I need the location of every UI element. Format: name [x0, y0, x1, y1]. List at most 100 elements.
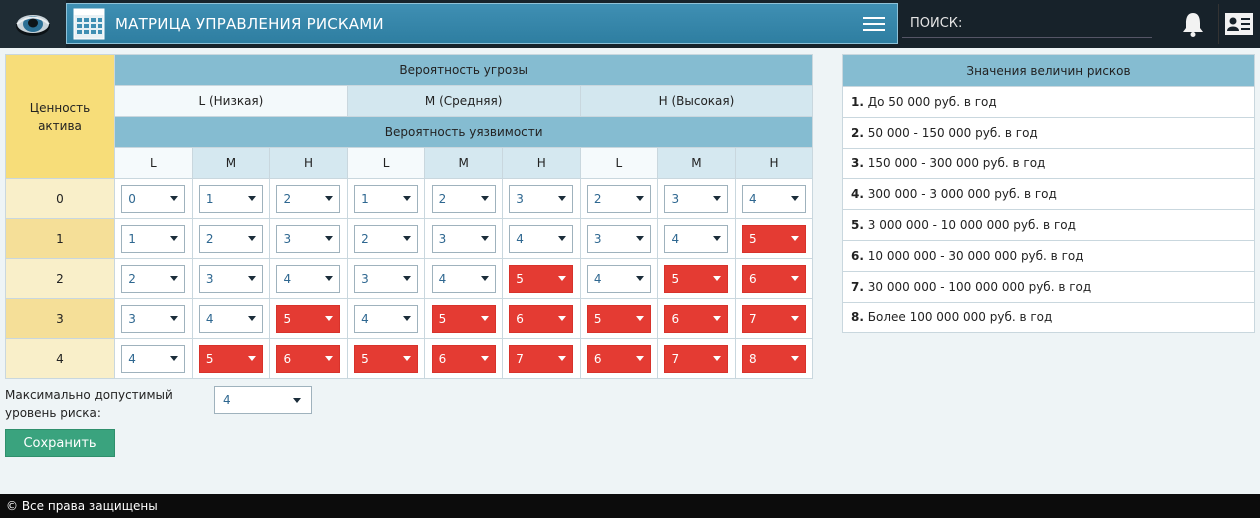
matrix-cell: 7: [501, 338, 581, 379]
chevron-down-icon: [558, 236, 567, 241]
risk-level-select[interactable]: 5: [586, 304, 651, 333]
matrix-cell: 4: [114, 338, 193, 379]
app-logo[interactable]: [0, 0, 66, 48]
matrix-cell: 5: [191, 338, 271, 379]
matrix-cell: 1: [346, 178, 426, 219]
risk-level-value: 6: [438, 351, 447, 366]
risk-level-select[interactable]: 6: [742, 264, 807, 293]
risk-level-select[interactable]: 0: [121, 184, 186, 213]
risk-level-value: 5: [516, 271, 524, 286]
legend-item: 4. 300 000 - 3 000 000 руб. в год: [842, 178, 1255, 211]
risk-level-value: 5: [593, 311, 602, 326]
risk-level-select[interactable]: 5: [664, 264, 729, 293]
top-bar: МАТРИЦА УПРАВЛЕНИЯ РИСКАМИ: [0, 0, 1260, 48]
risk-level-select[interactable]: 6: [431, 344, 496, 373]
max-risk-select[interactable]: 4: [214, 386, 312, 414]
risk-level-select[interactable]: 2: [354, 224, 419, 253]
risk-level-value: 5: [205, 351, 214, 366]
legend-item-cell: 4. 300 000 - 3 000 000 руб. в год: [842, 178, 1255, 211]
risk-level-select[interactable]: 3: [198, 264, 263, 293]
risk-level-select[interactable]: 3: [586, 224, 651, 253]
risk-level-value: 7: [516, 351, 524, 366]
chevron-down-icon: [713, 316, 722, 321]
risk-level-select[interactable]: 6: [664, 304, 729, 333]
chevron-down-icon: [170, 316, 179, 321]
chevron-down-icon: [403, 356, 412, 361]
risk-level-select[interactable]: 3: [664, 184, 729, 213]
risk-level-select[interactable]: 2: [431, 184, 496, 213]
chevron-down-icon: [325, 236, 334, 241]
vuln-level-h: H: [501, 147, 581, 179]
risk-level-select[interactable]: 5: [354, 344, 419, 373]
risk-level-select[interactable]: 4: [121, 344, 186, 373]
legend-item-cell: 6. 10 000 000 - 30 000 000 руб. в год: [842, 239, 1255, 272]
risk-level-select[interactable]: 4: [198, 304, 263, 333]
legend-item-number: 3.: [851, 156, 864, 171]
risk-level-select[interactable]: 2: [198, 224, 263, 253]
risk-level-select[interactable]: 4: [431, 264, 496, 293]
risk-level-select[interactable]: 6: [276, 344, 341, 373]
max-risk-value: 4: [223, 393, 231, 407]
risk-level-select[interactable]: 6: [586, 344, 651, 373]
risk-level-select[interactable]: 5: [742, 224, 807, 253]
risk-level-select[interactable]: 3: [431, 224, 496, 253]
id-card-icon[interactable]: [1218, 4, 1258, 44]
risk-level-select[interactable]: 1: [121, 224, 186, 253]
vuln-level-l: L: [346, 147, 426, 179]
risk-level-select[interactable]: 8: [742, 344, 807, 373]
asset-value-label: 3: [5, 298, 115, 339]
legend-item-text: До 50 000 руб. в год: [867, 94, 997, 109]
risk-level-value: 4: [283, 271, 292, 286]
risk-level-select[interactable]: 4: [664, 224, 729, 253]
risk-level-select[interactable]: 7: [509, 344, 574, 373]
risk-level-value: 6: [593, 351, 602, 366]
risk-level-select[interactable]: 4: [354, 304, 419, 333]
matrix-cell: 3: [579, 218, 659, 259]
risk-level-select[interactable]: 5: [198, 344, 263, 373]
risk-level-select[interactable]: 3: [276, 224, 341, 253]
chevron-down-icon: [403, 196, 412, 201]
risk-level-value: 4: [205, 311, 214, 326]
eye-icon: [16, 15, 50, 36]
risk-level-select[interactable]: 5: [431, 304, 496, 333]
risk-level-select[interactable]: 5: [509, 264, 574, 293]
risk-level-value: 5: [671, 271, 680, 286]
matrix-cell: 2: [579, 178, 659, 219]
matrix-cell: 3: [424, 218, 503, 259]
asset-value-label: 0: [5, 178, 115, 219]
risk-level-select[interactable]: 3: [509, 184, 574, 213]
risk-level-select[interactable]: 3: [121, 304, 186, 333]
chevron-down-icon: [480, 356, 489, 361]
chevron-down-icon: [558, 316, 567, 321]
risk-level-select[interactable]: 7: [742, 304, 807, 333]
save-button[interactable]: Сохранить: [5, 429, 115, 457]
legend-item-text: 10 000 000 - 30 000 000 руб. в год: [867, 248, 1084, 263]
risk-level-select[interactable]: 7: [664, 344, 729, 373]
asset-value-label: 4: [5, 338, 115, 379]
risk-level-select[interactable]: 2: [276, 184, 341, 213]
risk-level-select[interactable]: 3: [354, 264, 419, 293]
risk-level-select[interactable]: 4: [509, 224, 574, 253]
risk-level-select[interactable]: 4: [276, 264, 341, 293]
risk-level-select[interactable]: 1: [198, 184, 263, 213]
risk-level-select[interactable]: 6: [509, 304, 574, 333]
risk-level-value: 2: [128, 271, 136, 286]
risk-level-value: 4: [749, 191, 757, 206]
search-input[interactable]: [902, 10, 1152, 38]
hamburger-icon[interactable]: [863, 13, 885, 35]
risk-level-select[interactable]: 4: [586, 264, 651, 293]
risk-level-value: 2: [438, 191, 447, 206]
matrix-cell: 5: [346, 338, 426, 379]
chevron-down-icon: [247, 236, 256, 241]
chevron-down-icon: [403, 316, 412, 321]
bell-icon[interactable]: [1176, 8, 1210, 40]
title-bar: МАТРИЦА УПРАВЛЕНИЯ РИСКАМИ: [66, 3, 898, 44]
risk-level-select[interactable]: 4: [742, 184, 807, 213]
risk-level-select[interactable]: 2: [121, 264, 186, 293]
risk-level-select[interactable]: 1: [354, 184, 419, 213]
matrix-cell: 1: [191, 178, 271, 219]
legend-item-number: 1.: [851, 94, 864, 109]
risk-level-value: 6: [671, 311, 680, 326]
risk-level-select[interactable]: 5: [276, 304, 341, 333]
risk-level-select[interactable]: 2: [586, 184, 651, 213]
